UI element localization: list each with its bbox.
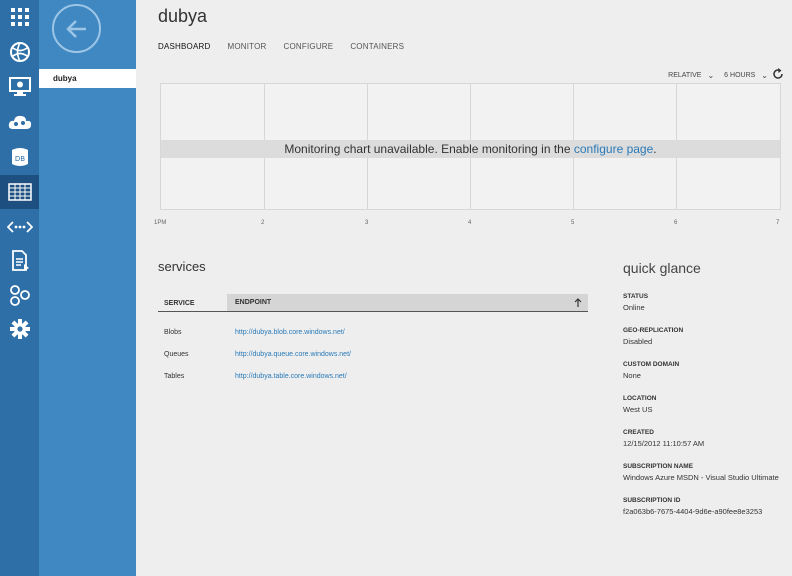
- glance-value: Windows Azure MSDN - Visual Studio Ultim…: [623, 473, 779, 482]
- endpoint-link[interactable]: http://dubya.queue.core.windows.net/: [235, 351, 351, 358]
- x-tick-label: 6: [674, 220, 678, 226]
- glance-value: West US: [623, 405, 653, 414]
- x-tick-label: 1PM: [154, 220, 167, 226]
- x-tick-label: 3: [365, 220, 369, 226]
- configure-page-link[interactable]: configure page: [574, 142, 653, 156]
- chevron-down-icon: ⌄: [761, 70, 768, 80]
- cloud-services-icon[interactable]: [0, 105, 39, 139]
- table-row: Blobs http://dubya.blob.core.windows.net…: [158, 321, 588, 343]
- glance-location: LOCATION West US: [623, 394, 788, 415]
- table-row: Queues http://dubya.queue.core.windows.n…: [158, 343, 588, 365]
- glance-label: SUBSCRIPTION NAME: [623, 463, 694, 470]
- monitoring-chart: Monitoring chart unavailable. Enable mon…: [160, 83, 781, 210]
- range-controls: RELATIVE ⌄ 6 HOURS ⌄: [658, 68, 784, 82]
- back-button[interactable]: [52, 4, 101, 53]
- main-content: dubya DASHBOARD MONITOR CONFIGURE CONTAI…: [136, 0, 792, 576]
- glance-value: f2a063b6-7675-4404-9d6e-a90fee8e3253: [623, 507, 763, 516]
- tab-configure[interactable]: CONFIGURE: [284, 42, 334, 51]
- navigation-rail: DB: [0, 0, 39, 576]
- glance-status: STATUS Online: [623, 292, 788, 313]
- glance-label: CUSTOM DOMAIN: [623, 361, 680, 368]
- services-heading: services: [158, 259, 206, 274]
- service-name: Blobs: [164, 328, 182, 336]
- table-header: SERVICE ENDPOINT: [158, 294, 588, 312]
- page-title: dubya: [158, 6, 208, 26]
- chart-message-period: .: [653, 142, 657, 156]
- glance-value: 12/15/2012 11:10:57 AM: [623, 439, 705, 448]
- chart-unavailable-message: Monitoring chart unavailable. Enable mon…: [161, 140, 780, 158]
- items-panel: dubya: [39, 0, 136, 576]
- glance-label: LOCATION: [623, 395, 657, 402]
- db-icon-text: DB: [14, 155, 24, 163]
- quick-glance-heading: quick glance: [623, 260, 701, 276]
- glance-created: CREATED 12/15/2012 11:10:57 AM: [623, 428, 788, 449]
- glance-value: Online: [623, 303, 645, 312]
- service-name: Tables: [164, 372, 185, 380]
- relative-label: RELATIVE: [668, 71, 702, 79]
- chevron-down-icon: ⌄: [707, 70, 715, 80]
- glance-geo-replication: GEO-REPLICATION Disabled: [623, 326, 788, 347]
- x-tick-label: 5: [571, 220, 575, 226]
- services-table: SERVICE ENDPOINT Blobs http://dubya.blob…: [158, 294, 588, 387]
- glance-subscription-id: SUBSCRIPTION ID f2a063b6-7675-4404-9d6e-…: [623, 496, 788, 517]
- glance-subscription-name: SUBSCRIPTION NAME Windows Azure MSDN - V…: [623, 462, 788, 483]
- sort-ascending-icon: [574, 298, 582, 309]
- endpoint-link[interactable]: http://dubya.blob.core.windows.net/: [235, 329, 345, 336]
- chart-message-text: Monitoring chart unavailable. Enable mon…: [284, 142, 574, 156]
- endpoint-link[interactable]: http://dubya.table.core.windows.net/: [235, 373, 347, 380]
- all-items-icon[interactable]: [0, 0, 39, 34]
- panel-item-dubya[interactable]: dubya: [39, 69, 136, 88]
- x-tick-label: 4: [468, 220, 472, 226]
- glance-value: Disabled: [623, 337, 653, 346]
- media-services-icon[interactable]: [0, 244, 39, 278]
- back-arrow-icon: [66, 20, 86, 38]
- endpoint-header-label: ENDPOINT: [235, 299, 272, 306]
- refresh-icon[interactable]: [772, 68, 784, 82]
- web-sites-icon[interactable]: [0, 35, 39, 69]
- tab-bar: DASHBOARD MONITOR CONFIGURE CONTAINERS: [158, 42, 421, 51]
- virtual-machines-icon[interactable]: [0, 70, 39, 104]
- glance-value: None: [623, 371, 641, 380]
- tab-monitor[interactable]: MONITOR: [227, 42, 266, 51]
- table-row: Tables http://dubya.table.core.windows.n…: [158, 365, 588, 387]
- glance-label: CREATED: [623, 429, 654, 436]
- tab-dashboard[interactable]: DASHBOARD: [158, 42, 210, 51]
- sql-databases-icon[interactable]: DB: [0, 140, 39, 174]
- x-tick-label: 7: [776, 220, 780, 226]
- networks-icon[interactable]: [0, 278, 39, 312]
- x-tick-label: 2: [261, 220, 265, 226]
- glance-custom-domain: CUSTOM DOMAIN None: [623, 360, 788, 381]
- period-label: 6 HOURS: [724, 71, 756, 79]
- glance-label: SUBSCRIPTION ID: [623, 497, 681, 504]
- glance-label: GEO-REPLICATION: [623, 327, 684, 334]
- service-bus-icon[interactable]: [0, 210, 39, 244]
- tab-containers[interactable]: CONTAINERS: [350, 42, 404, 51]
- storage-icon[interactable]: [0, 175, 39, 209]
- glance-label: STATUS: [623, 293, 649, 300]
- settings-icon[interactable]: [0, 312, 39, 346]
- column-header-endpoint[interactable]: ENDPOINT: [227, 294, 588, 312]
- service-name: Queues: [164, 350, 189, 358]
- quick-glance-panel: STATUS Online GEO-REPLICATION Disabled C…: [623, 292, 788, 530]
- relative-dropdown[interactable]: RELATIVE ⌄: [668, 71, 714, 80]
- period-dropdown[interactable]: 6 HOURS ⌄: [724, 71, 768, 80]
- column-header-service[interactable]: SERVICE: [158, 294, 227, 312]
